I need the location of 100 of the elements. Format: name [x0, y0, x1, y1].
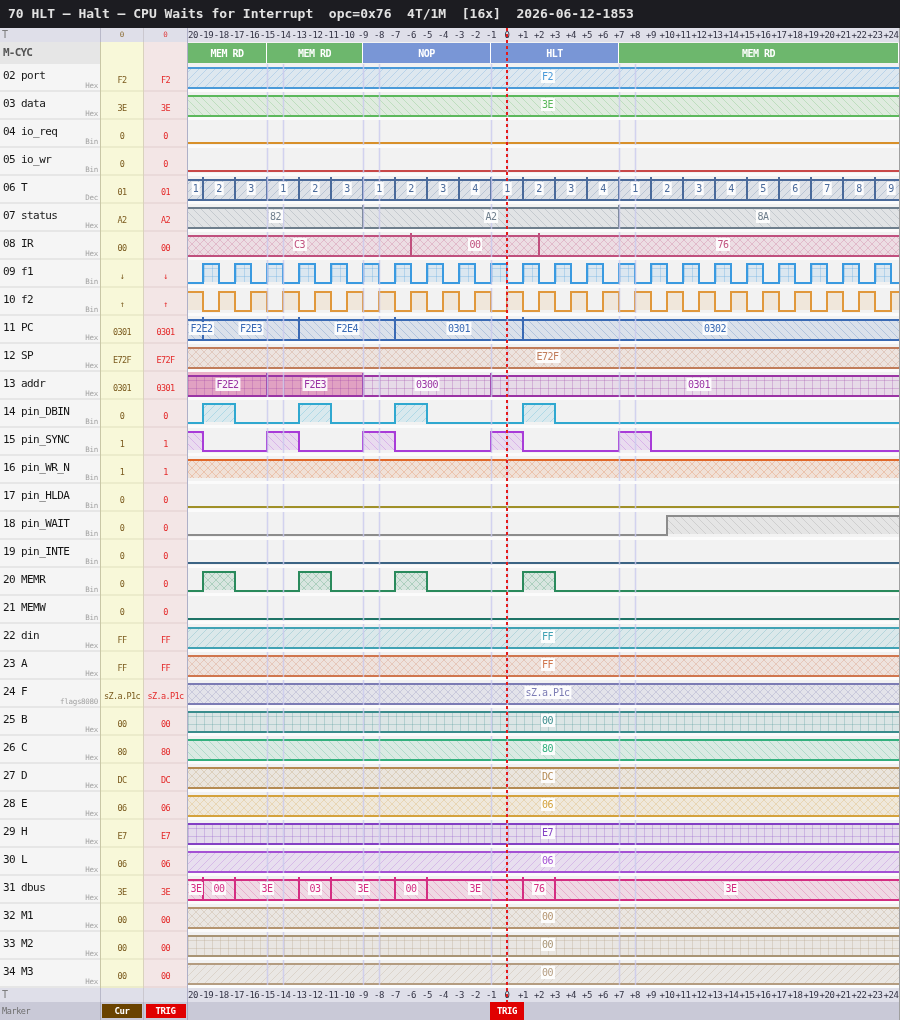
tick-label: -18	[213, 29, 229, 42]
cursor-value: E7	[117, 830, 127, 843]
bus-value: 00	[404, 882, 418, 895]
signal-name: 33 M2	[3, 936, 35, 950]
trigger-value: 0	[163, 410, 168, 423]
cursor-value: 00	[117, 914, 127, 927]
trigger-value: ↑	[163, 298, 168, 311]
bus-value: F2E4	[334, 322, 360, 335]
tick-label: +16	[755, 989, 771, 1002]
cursor-marker-button[interactable]: Cur	[102, 1004, 142, 1018]
trigger-value: 06	[160, 858, 170, 871]
tick-label: +12	[691, 29, 707, 42]
tick-label: -6	[406, 989, 416, 1002]
signal-name: 27 D	[3, 768, 29, 782]
tick-label: -9	[358, 989, 368, 1002]
tick-label: -11	[323, 989, 339, 1002]
bus-value: 0301	[686, 378, 712, 391]
signal-name: 04 io_req	[3, 124, 59, 138]
trigger-value: 0	[163, 130, 168, 143]
machine-cycle-heading: M-CYC	[0, 42, 100, 64]
tick-label: -9	[358, 29, 368, 42]
cursor-value: 0	[119, 130, 125, 143]
tick-label: -15	[259, 29, 275, 42]
tick-label: +15	[739, 29, 755, 42]
cursor-value: 0	[119, 550, 125, 563]
cursor-value: FF	[117, 634, 127, 647]
tick-label: +8	[630, 989, 640, 1002]
bus-value: 00	[540, 910, 555, 923]
cursor-value: E72F	[112, 354, 132, 367]
timestamp: 2026-06-12-1853	[516, 5, 634, 24]
tick-label: -16	[244, 29, 260, 42]
tick-label: -8	[374, 989, 384, 1002]
bus-value: 06	[540, 798, 555, 811]
bus-value: 3E	[260, 882, 274, 895]
tick-label: -12	[307, 29, 323, 42]
tick-label: +6	[598, 29, 608, 42]
bus-value: A2	[484, 210, 498, 223]
signal-name: 07 status	[3, 208, 59, 222]
marker-label: Marker	[2, 1005, 31, 1017]
machine-cycle-segment: HLT	[491, 43, 619, 63]
tick-label: +9	[646, 989, 656, 1002]
signal-name: 10 f2	[3, 292, 35, 306]
bus-value: 3	[246, 182, 256, 195]
bus-value: 2	[534, 182, 544, 195]
cursor-value: A2	[117, 214, 127, 227]
signal-name: 31 dbus	[3, 880, 47, 894]
trigger-value: DC	[160, 774, 170, 787]
bus-value: 8	[854, 182, 864, 195]
bus-value: C3	[292, 238, 307, 251]
cursor-value: 01	[117, 186, 127, 199]
trigger-value: 00	[160, 242, 170, 255]
trigger-value: ↓	[163, 270, 168, 283]
signal-name: 06 T	[3, 180, 29, 194]
tick-label: -14	[275, 29, 291, 42]
signal-name: 12 SP	[3, 348, 35, 362]
trigger-flag[interactable]: TRIG	[490, 1002, 524, 1020]
tick-label: -17	[229, 989, 244, 1002]
tick-label: +3	[550, 989, 560, 1002]
bus-value: sZ.a.P1c	[523, 686, 572, 699]
tick-label: +3	[550, 29, 560, 42]
tick-label: +18	[787, 29, 803, 42]
signal-name: 28 E	[3, 796, 29, 810]
cursor-value: F2	[117, 74, 127, 87]
tick-label: +16	[755, 29, 771, 42]
cursor-value: sZ.a.P1c	[103, 690, 141, 703]
tick-label: -10	[339, 989, 355, 1002]
signal-name: 05 io_wr	[3, 152, 53, 166]
tick-label: -1	[486, 29, 496, 42]
trigger-value: 01	[160, 186, 170, 199]
tick-label: -2	[470, 989, 480, 1002]
bus-value: FF	[540, 630, 555, 643]
signal-name: 18 pin_WAIT	[3, 516, 71, 530]
bus-value: 00	[212, 882, 226, 895]
tick-label: +19	[803, 989, 819, 1002]
signal-name: 20 MEMR	[3, 572, 47, 586]
opcode-text: opc=0x76	[328, 5, 392, 24]
bus-value: 3E	[468, 882, 482, 895]
trigger-value: 00	[160, 970, 170, 983]
zoom-level: [16x]	[461, 5, 501, 24]
signal-name: 32 M1	[3, 908, 35, 922]
bus-value: 1	[502, 182, 512, 195]
cursor-value: 00	[117, 718, 127, 731]
bus-value: 3E	[540, 98, 555, 111]
tick-label: +4	[566, 989, 576, 1002]
bus-value: 8A	[756, 210, 770, 223]
trigger-value: E7	[160, 830, 170, 843]
bus-value: E7	[540, 826, 555, 839]
bus-value: F2E2	[189, 322, 215, 335]
tick-label: +21	[835, 989, 851, 1002]
tick-label: +15	[739, 989, 755, 1002]
trigger-marker-button[interactable]: TRIG	[145, 1004, 186, 1018]
bus-value: 00	[540, 714, 555, 727]
cursor-value: DC	[117, 774, 127, 787]
bus-value: 3	[694, 182, 704, 195]
bus-value: 4	[598, 182, 608, 195]
tick-label: 20	[188, 29, 198, 42]
tick-label: +6	[598, 989, 608, 1002]
tick-label: -19	[198, 989, 214, 1002]
tick-label: -4	[438, 29, 448, 42]
tick-label: +13	[707, 29, 723, 42]
